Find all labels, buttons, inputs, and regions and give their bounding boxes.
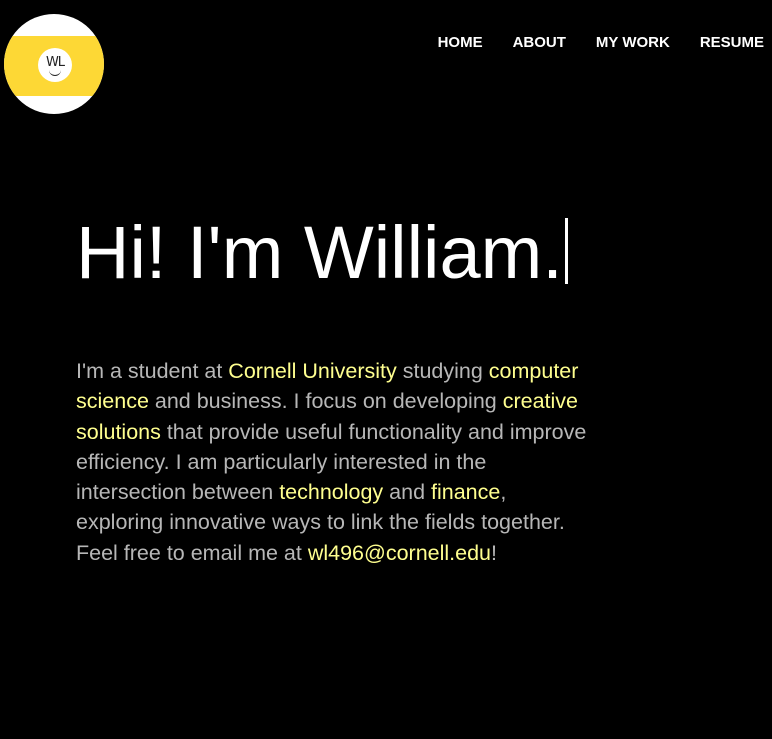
highlight-cornell-university: Cornell University — [228, 359, 397, 383]
highlight-finance: finance — [431, 480, 501, 505]
logo[interactable]: WL — [4, 14, 104, 114]
typing-cursor — [564, 218, 568, 284]
nav-about-link[interactable]: ABOUT — [513, 34, 566, 51]
highlight-technology: technology — [279, 480, 384, 505]
intro-paragraph: I'm a student at Cornell University stud… — [76, 356, 596, 568]
main-nav: HOME ABOUT MY WORK RESUME — [408, 34, 764, 51]
intro-text-5: and — [383, 480, 432, 505]
nav-resume-link[interactable]: RESUME — [700, 34, 764, 51]
intro-text-3: and business. I focus on developing — [148, 389, 503, 414]
smile-icon — [49, 70, 61, 76]
nav-home-link[interactable]: HOME — [438, 34, 483, 51]
page: WL HOME ABOUT MY WORK RESUME Hi! I'm Wil… — [0, 0, 772, 739]
nav-my-work-link[interactable]: MY WORK — [596, 34, 670, 51]
logo-face-icon: WL — [38, 48, 72, 82]
intro-text-7: ! — [491, 540, 497, 565]
intro-text-1: I'm a student at — [76, 359, 229, 383]
intro-text-2: studying — [396, 359, 489, 383]
hero-title-text: Hi! I'm William. — [76, 211, 563, 294]
logo-initials: WL — [45, 55, 65, 70]
email-link[interactable]: wl496@cornell.edu — [308, 541, 491, 565]
hero-heading: Hi! I'm William. — [76, 212, 568, 293]
